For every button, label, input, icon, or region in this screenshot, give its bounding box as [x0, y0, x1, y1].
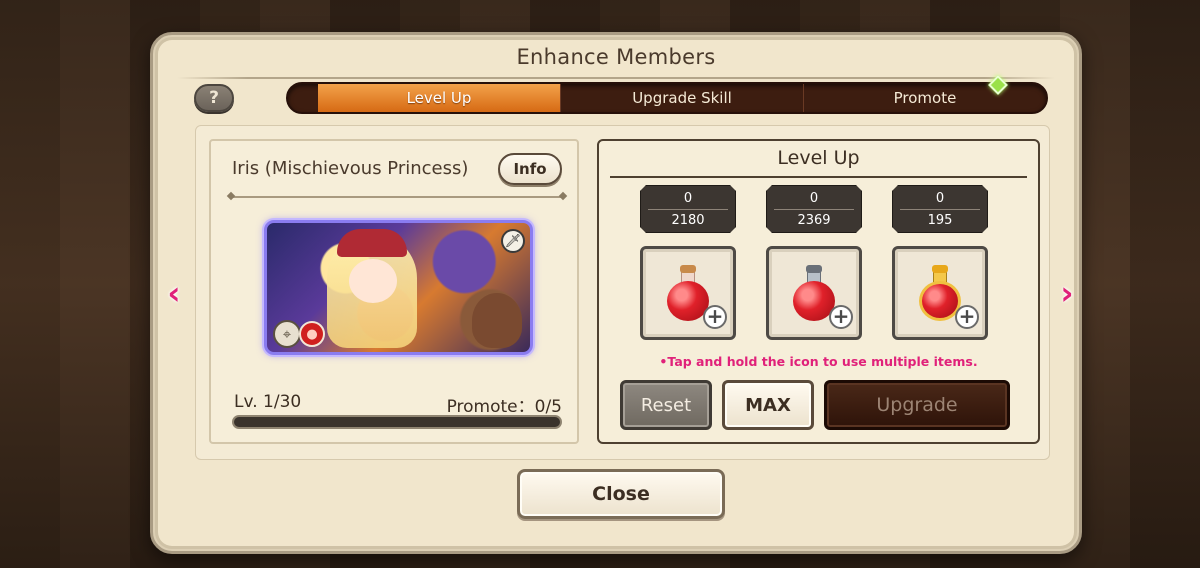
info-button[interactable]: Info	[498, 153, 562, 185]
tab-upgrade-skill[interactable]: Upgrade Skill	[561, 84, 804, 112]
portrait-hat	[337, 229, 407, 257]
multi-use-hint: •Tap and hold the icon to use multiple i…	[659, 354, 978, 369]
item-slot-large-potion[interactable]: +	[892, 246, 988, 340]
tab-bar: Level Up Upgrade Skill Promote	[286, 82, 1048, 114]
title-divider	[177, 77, 1055, 79]
item-selected-count: 0	[935, 190, 945, 206]
item-count-box: 0 195	[892, 185, 988, 233]
fire-element-icon: ●	[299, 321, 325, 347]
item-owned-count: 195	[927, 212, 953, 228]
crosshair-icon: ⌖	[273, 320, 301, 348]
plus-icon: +	[829, 305, 853, 329]
promote-text: Promote：0/5	[446, 397, 562, 417]
item-owned-count: 2180	[671, 212, 705, 228]
close-button[interactable]: Close	[517, 469, 725, 519]
tab-promote[interactable]: Promote	[804, 84, 1046, 112]
item-slot-small-potion[interactable]: +	[640, 246, 736, 340]
experience-bar	[232, 415, 562, 429]
character-name: Iris (Mischievous Princess)	[232, 158, 469, 179]
item-selected-count: 0	[809, 190, 819, 206]
max-button[interactable]: MAX	[722, 380, 814, 430]
item-count-box: 0 2180	[640, 185, 736, 233]
item-count-box: 0 2369	[766, 185, 862, 233]
reset-button[interactable]: Reset	[620, 380, 712, 430]
item-column: 0 195 +	[892, 185, 990, 340]
portrait-companion	[472, 293, 522, 348]
level-text: Lv. 1/30	[234, 392, 302, 412]
item-column: 0 2369 +	[766, 185, 864, 340]
upgrade-button[interactable]: Upgrade	[824, 380, 1010, 430]
next-character-arrow-icon[interactable]: ›	[1054, 276, 1080, 310]
tab-level-up[interactable]: Level Up	[318, 84, 561, 112]
plus-icon: +	[703, 305, 727, 329]
previous-character-arrow-icon[interactable]: ‹	[161, 276, 187, 310]
dagger-icon: 🗡	[501, 229, 525, 253]
character-portrait[interactable]: 🗡 ⌖ ●	[264, 220, 533, 355]
panel-title: Enhance Members	[516, 45, 716, 69]
portrait-face	[349, 259, 397, 303]
character-divider	[232, 196, 562, 198]
plus-icon: +	[955, 305, 979, 329]
help-button[interactable]: ?	[194, 84, 234, 112]
item-slot-medium-potion[interactable]: +	[766, 246, 862, 340]
item-column: 0 2180 +	[640, 185, 738, 340]
item-selected-count: 0	[683, 190, 693, 206]
level-up-title: Level Up	[777, 147, 860, 169]
level-up-divider	[610, 176, 1027, 178]
item-owned-count: 2369	[797, 212, 831, 228]
